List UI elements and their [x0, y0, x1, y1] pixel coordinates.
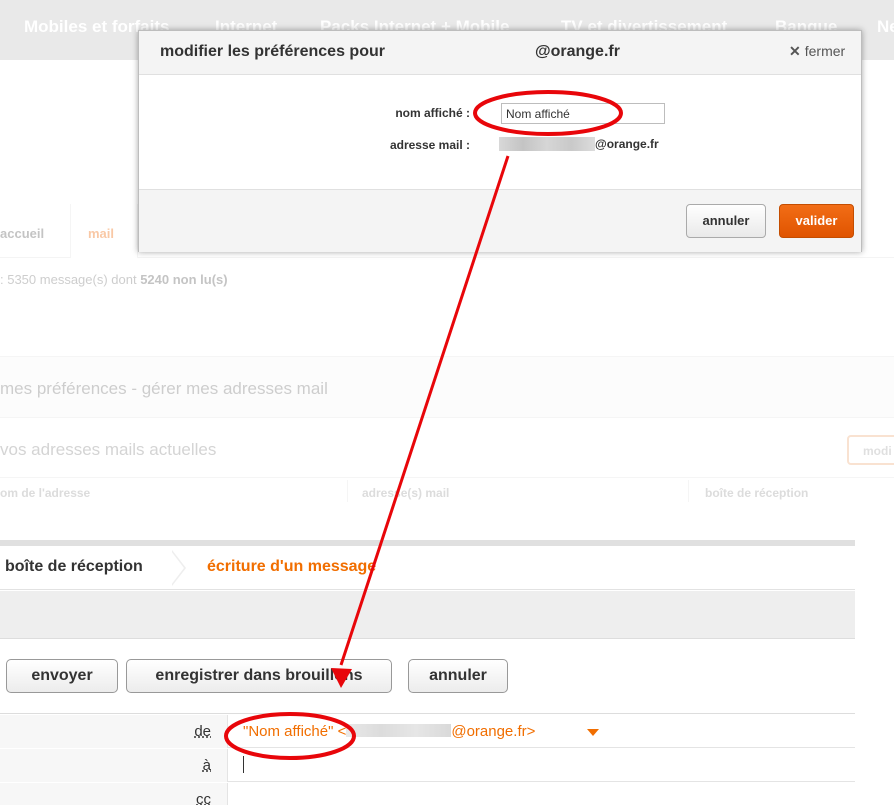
display-name-input[interactable]: [501, 103, 665, 124]
breadcrumb-write-message: écriture d'un message: [207, 558, 377, 575]
composer-toolbar: envoyer enregistrer dans brouillons annu…: [0, 640, 855, 714]
from-row: de "Nom affiché" < @orange.fr>: [0, 715, 855, 748]
composer-cancel-button[interactable]: annuler: [408, 659, 508, 693]
save-draft-button[interactable]: enregistrer dans brouillons: [126, 659, 392, 693]
to-label-cell: à: [0, 749, 228, 782]
modal-cancel-button[interactable]: annuler: [686, 204, 766, 238]
modal-title: modifier les préférences pour: [160, 43, 385, 60]
cc-label: cc: [196, 791, 211, 805]
from-label-cell: de: [0, 715, 228, 748]
display-name-label: nom affiché :: [395, 106, 470, 120]
modal-submit-button[interactable]: valider: [779, 204, 854, 238]
to-label: à: [202, 757, 211, 774]
modal-title-domain: @orange.fr: [535, 43, 620, 60]
breadcrumb-separator-inner: [171, 551, 184, 585]
from-label: de: [194, 723, 211, 740]
chevron-down-icon[interactable]: [587, 729, 599, 736]
close-label: fermer: [804, 43, 846, 59]
close-icon: ✕: [789, 43, 801, 59]
from-domain: @orange.fr>: [451, 723, 536, 740]
preferences-modal: modifier les préférences pour @orange.fr…: [138, 30, 862, 252]
redacted-email-user: [499, 137, 595, 151]
modal-header: modifier les préférences pour @orange.fr…: [139, 31, 861, 75]
cc-label-cell: cc: [0, 783, 228, 805]
close-button[interactable]: ✕ fermer: [789, 43, 845, 60]
cc-row: cc: [0, 783, 855, 805]
to-input-caret[interactable]: [243, 756, 244, 773]
email-domain: @orange.fr: [595, 137, 659, 151]
breadcrumb: boîte de réception écriture d'un message: [0, 546, 855, 590]
send-button[interactable]: envoyer: [6, 659, 118, 693]
email-label: adresse mail :: [389, 138, 470, 152]
from-select[interactable]: "Nom affiché" < @orange.fr>: [243, 723, 535, 740]
modal-footer: annuler valider: [139, 189, 861, 252]
from-name: "Nom affiché" <: [243, 723, 347, 740]
to-row: à: [0, 749, 855, 782]
composer-band: [0, 591, 855, 639]
breadcrumb-inbox[interactable]: boîte de réception: [5, 558, 143, 576]
redacted-from-address: [346, 724, 452, 737]
